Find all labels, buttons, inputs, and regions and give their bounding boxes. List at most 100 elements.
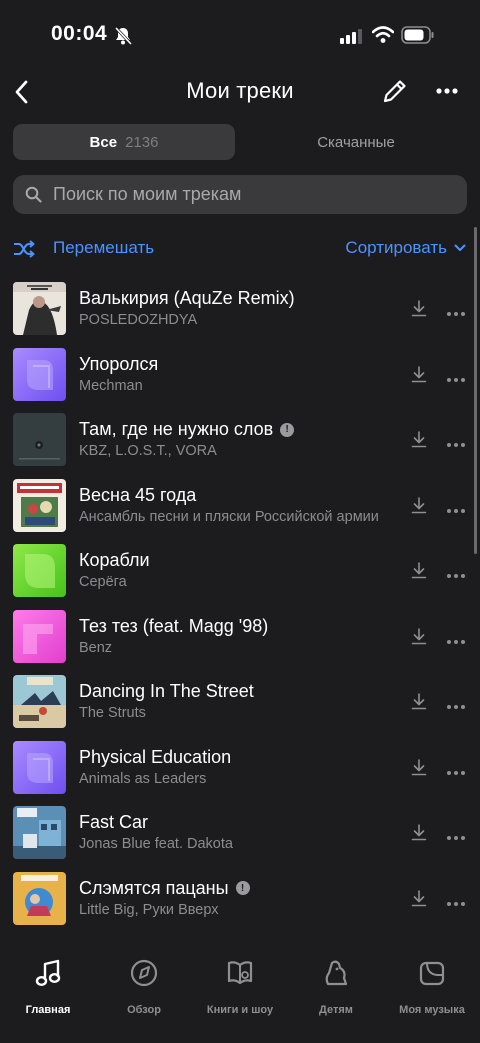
album-cover [13, 413, 66, 466]
track-artist: KBZ, L.O.S.T., VORA [79, 443, 217, 459]
download-icon[interactable] [411, 300, 427, 317]
track-more-icon[interactable] [446, 304, 466, 316]
edit-button[interactable] [380, 76, 410, 106]
music-note-icon [34, 958, 62, 988]
ellipsis-icon [436, 88, 458, 94]
download-icon[interactable] [411, 365, 427, 383]
track-title-text: Валькирия (AquZe Remix) [79, 288, 295, 308]
album-cover [13, 675, 66, 728]
track-artist: Jonas Blue feat. Dakota [79, 836, 233, 852]
track-title: Упоролся [79, 354, 158, 375]
track-artist: Ансамбль песни и пляски Российской армии [79, 508, 379, 525]
track-more-icon[interactable] [446, 435, 466, 447]
track-title-text: Там, где не нужно слов [79, 419, 274, 439]
explicit-icon: ! [235, 881, 250, 895]
track-row[interactable]: Корабли Серёга [0, 538, 480, 604]
tab-bar-item[interactable]: Главная [0, 958, 96, 1018]
track-more-icon[interactable] [446, 763, 466, 775]
tab-bar-item[interactable]: Моя музыка [384, 958, 480, 1018]
search-input[interactable] [53, 175, 453, 214]
battery-icon [401, 26, 434, 44]
bottom-tab-bar: Главная Обзор Книги и шоу Детям Моя музыка [0, 946, 480, 1043]
actions-row: Перемешать Сортировать [0, 236, 480, 262]
track-title-text: Тез тез (feat. Magg '98) [79, 615, 269, 636]
filter-segmented-control: Все 2136 Скачанные [13, 124, 467, 160]
album-cover [13, 871, 66, 925]
download-icon[interactable] [411, 693, 427, 710]
album-cover [13, 347, 66, 401]
more-options-button[interactable] [432, 76, 462, 106]
track-more-icon[interactable] [446, 370, 466, 382]
track-more-icon[interactable] [446, 894, 466, 906]
tab-bar-label: Детям [319, 1004, 353, 1016]
tab-all-count: 2136 [125, 133, 159, 151]
album-cover [13, 609, 66, 663]
tab-downloaded-label: Скачанные [317, 133, 395, 151]
shuffle-icon[interactable] [13, 239, 35, 259]
track-title: Physical Education [79, 747, 231, 768]
tab-bar-item[interactable]: Книги и шоу [192, 958, 288, 1018]
track-row[interactable]: Валькирия (AquZe Remix) POSLEDOZHDYA [0, 276, 480, 342]
track-artist: Animals as Leaders [79, 770, 207, 787]
track-title: Корабли [79, 550, 150, 571]
track-title: Тез тез (feat. Magg '98) [79, 616, 268, 637]
bell-muted-icon [114, 26, 133, 46]
book-icon [226, 958, 254, 988]
track-row[interactable]: Упоролся Mechman [0, 342, 480, 408]
album-cover [13, 544, 66, 597]
tab-bar-label: Главная [25, 1004, 71, 1016]
track-more-icon[interactable] [446, 697, 466, 709]
tab-downloaded[interactable]: Скачанные [245, 124, 467, 160]
track-row[interactable]: Physical Education Animals as Leaders [0, 735, 480, 801]
download-icon[interactable] [411, 562, 427, 579]
status-bar: 00:04 [0, 0, 480, 70]
kids-icon [322, 958, 350, 988]
track-title-text: Слэмятся пацаны [79, 877, 229, 898]
track-title: Dancing In The Street [79, 681, 254, 702]
track-row[interactable]: Тез тез (feat. Magg '98) Benz [0, 604, 480, 670]
track-title: Валькирия (AquZe Remix) [79, 288, 295, 309]
download-icon[interactable] [411, 431, 427, 448]
download-icon[interactable] [411, 758, 427, 776]
track-more-icon[interactable] [446, 828, 466, 840]
download-icon[interactable] [411, 496, 427, 514]
nav-header: Мои треки [0, 70, 480, 114]
tab-all-tracks[interactable]: Все 2136 [13, 124, 235, 160]
search-box[interactable] [13, 175, 467, 214]
track-more-icon[interactable] [446, 501, 466, 513]
chevron-down-icon [454, 244, 466, 251]
download-icon[interactable] [411, 824, 427, 841]
tab-bar-item[interactable]: Обзор [96, 958, 192, 1018]
track-more-icon[interactable] [446, 632, 466, 644]
track-row[interactable]: Fast Car Jonas Blue feat. Dakota [0, 800, 480, 866]
compass-icon [130, 958, 158, 988]
track-title: Весна 45 года [79, 485, 196, 506]
download-icon[interactable] [411, 627, 427, 645]
tab-bar-label: Обзор [127, 1004, 161, 1016]
track-artist: POSLEDOZHDYA [79, 312, 198, 328]
track-artist: Benz [79, 639, 113, 656]
track-title-text: Physical Education [79, 746, 232, 767]
download-icon[interactable] [411, 889, 427, 907]
album-cover [13, 740, 66, 794]
track-row[interactable]: Весна 45 года Ансамбль песни и пляски Рос… [0, 473, 480, 539]
track-artist: The Struts [79, 705, 146, 721]
album-cover [13, 478, 66, 532]
pencil-icon [383, 80, 406, 103]
tab-all-label: Все [89, 133, 118, 151]
track-title-text: Fast Car [79, 812, 149, 832]
shuffle-button[interactable]: Перемешать [53, 238, 154, 258]
sort-button[interactable]: Сортировать [345, 238, 466, 258]
tab-bar-item[interactable]: Детям [288, 958, 384, 1018]
album-cover [13, 806, 66, 859]
cellular-signal-icon [340, 29, 362, 44]
track-row[interactable]: Там, где не нужно слов! KBZ, L.O.S.T., VO… [0, 407, 480, 473]
tab-bar-label: Книги и шоу [206, 1004, 274, 1016]
track-row[interactable]: Dancing In The Street The Struts [0, 669, 480, 735]
scrollbar[interactable] [474, 227, 477, 554]
track-artist: Mechman [79, 377, 143, 394]
track-title: Слэмятся пацаны! [79, 878, 250, 899]
track-row[interactable]: Слэмятся пацаны! Little Big, Руки Вверх [0, 866, 480, 932]
track-artist: Little Big, Руки Вверх [79, 901, 219, 918]
track-more-icon[interactable] [446, 566, 466, 578]
